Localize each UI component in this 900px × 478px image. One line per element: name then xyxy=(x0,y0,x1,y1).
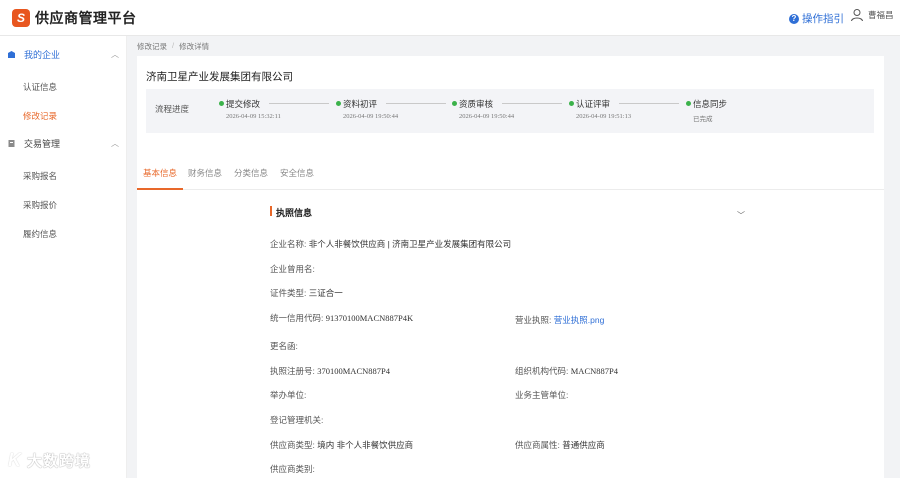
section-title: 执照信息 xyxy=(276,208,313,218)
tab-security-info[interactable]: 安全信息 xyxy=(280,167,314,179)
business-license-file-link[interactable]: 营业执照.png xyxy=(554,315,605,325)
step-title: 提交修改 xyxy=(226,99,261,109)
field-rename-letter: 更名函: xyxy=(270,341,298,351)
step-time: 2026-04-09 19:50:44 xyxy=(343,113,399,120)
detail-card: 基本信息 财务信息 分类信息 安全信息 执照信息 ﹀ 企业名称: 非个人非餐饮供… xyxy=(137,153,884,478)
process-label: 流程进度 xyxy=(155,104,190,114)
breadcrumb-item-records[interactable]: 修改记录 xyxy=(137,41,167,52)
field-supplier-type: 供应商类型: 境内 非个人非餐饮供应商 xyxy=(270,440,414,450)
step-title: 资质审核 xyxy=(459,99,494,109)
watermark-text: 大数跨境 xyxy=(27,453,92,470)
breadcrumb: 修改记录 / 修改详情 xyxy=(137,41,209,52)
field-supervisor: 业务主管单位: xyxy=(515,390,569,400)
logo-icon: S xyxy=(12,9,30,27)
tab-category-info[interactable]: 分类信息 xyxy=(234,167,268,179)
help-guide-label: 操作指引 xyxy=(802,13,844,25)
sidebar-item-purchase-registration[interactable]: 采购报名 xyxy=(23,170,57,182)
step-complete-dot-icon xyxy=(452,101,457,106)
watermark-logo-icon: K xyxy=(8,450,21,470)
user-name: 曹福昌 xyxy=(868,10,894,20)
watermark: K 大数跨境 xyxy=(8,450,91,471)
field-former-name: 企业曾用名: xyxy=(270,264,315,274)
field-registration-authority: 登记管理机关: xyxy=(270,415,324,425)
sidebar-item-certification-info[interactable]: 认证信息 xyxy=(23,81,57,93)
step-complete-dot-icon xyxy=(686,101,691,106)
field-business-license: 营业执照: 营业执照.png xyxy=(515,315,605,325)
document-icon xyxy=(8,139,15,147)
field-supplier-attribute: 供应商属性: 普通供应商 xyxy=(515,440,605,450)
step-title: 认证评审 xyxy=(576,99,611,109)
process-progress: 流程进度 提交修改 2026-04-09 15:32:11 资料初评 2026-… xyxy=(146,89,874,133)
help-guide-link[interactable]: ? 操作指引 xyxy=(789,11,844,26)
sidebar-item-performance-info[interactable]: 履约信息 xyxy=(23,228,57,240)
sidebar-group-my-enterprise[interactable]: 我的企业 ︿ xyxy=(0,39,127,69)
step-complete-dot-icon xyxy=(336,101,341,106)
step-connector xyxy=(502,103,562,104)
sidebar-item-purchase-quotation[interactable]: 采购报价 xyxy=(23,199,57,211)
tab-financial-info[interactable]: 财务信息 xyxy=(188,167,222,179)
step-title: 资料初评 xyxy=(343,99,378,109)
sidebar: 我的企业 ︿ 认证信息 修改记录 交易管理 ︿ 采购报名 采购报价 履约信息 xyxy=(0,36,127,478)
step-complete-dot-icon xyxy=(569,101,574,106)
detail-tabs: 基本信息 财务信息 分类信息 安全信息 xyxy=(137,153,884,190)
step-time: 2026-04-09 15:32:11 xyxy=(226,113,281,120)
tab-basic-info[interactable]: 基本信息 xyxy=(143,167,177,179)
question-icon: ? xyxy=(789,13,799,24)
chevron-up-icon: ︿ xyxy=(111,50,119,59)
step-connector xyxy=(619,103,679,104)
step-title: 信息同步 xyxy=(693,99,728,109)
sidebar-item-modification-records[interactable]: 修改记录 xyxy=(23,110,57,122)
section-accent-bar xyxy=(270,206,272,216)
field-license-reg-no: 执照注册号: 370100MACN887P4 xyxy=(270,366,390,376)
app-logo[interactable]: S 供应商管理平台 xyxy=(12,8,137,28)
sidebar-group-label: 交易管理 xyxy=(24,138,61,149)
step-connector xyxy=(386,103,446,104)
sidebar-group-trade-management[interactable]: 交易管理 ︿ xyxy=(0,128,127,158)
step-connector xyxy=(269,103,329,104)
chevron-down-icon[interactable]: ﹀ xyxy=(737,210,745,221)
field-sponsor: 举办单位: xyxy=(270,390,307,400)
chevron-up-icon: ︿ xyxy=(111,139,119,148)
building-icon xyxy=(8,50,15,58)
field-cert-type: 证件类型: 三证合一 xyxy=(270,288,343,298)
field-enterprise-name: 企业名称: 非个人非餐饮供应商 | 济南卫星产业发展集团有限公司 xyxy=(270,239,512,249)
step-status: 已完成 xyxy=(693,116,713,123)
field-supplier-category: 供应商类别: xyxy=(270,464,315,474)
step-time: 2026-04-09 19:50:44 xyxy=(459,113,515,120)
field-credit-code: 统一信用代码: 91370100MACN887P4K xyxy=(270,313,414,323)
breadcrumb-separator: / xyxy=(172,41,175,50)
company-name: 济南卫星产业发展集团有限公司 xyxy=(146,71,293,83)
top-bar: S 供应商管理平台 ? 操作指引 曹福昌 xyxy=(0,0,900,36)
user-menu[interactable]: 曹福昌 xyxy=(850,8,894,22)
field-org-code: 组织机构代码: MACN887P4 xyxy=(515,366,618,376)
step-time: 2026-04-09 19:51:13 xyxy=(576,113,632,120)
step-complete-dot-icon xyxy=(219,101,224,106)
company-header-card: 济南卫星产业发展集团有限公司 流程进度 提交修改 2026-04-09 15:3… xyxy=(137,56,884,153)
app-title: 供应商管理平台 xyxy=(35,10,137,26)
sidebar-group-label: 我的企业 xyxy=(24,49,61,60)
user-avatar-icon xyxy=(851,9,863,22)
active-tab-indicator xyxy=(137,188,183,190)
breadcrumb-item-detail: 修改详情 xyxy=(179,42,210,51)
